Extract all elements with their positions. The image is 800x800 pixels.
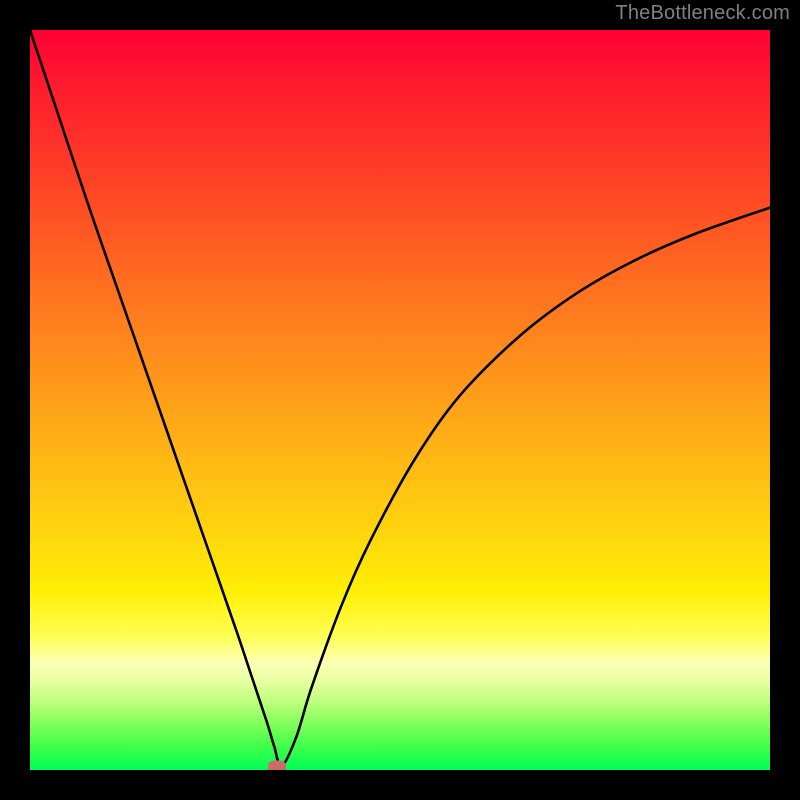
minimum-marker	[268, 761, 286, 770]
attribution-text: TheBottleneck.com	[615, 2, 790, 25]
chart-frame: TheBottleneck.com	[0, 0, 800, 800]
plot-area	[30, 30, 770, 770]
bottleneck-curve	[30, 30, 770, 766]
curve-svg	[30, 30, 770, 770]
